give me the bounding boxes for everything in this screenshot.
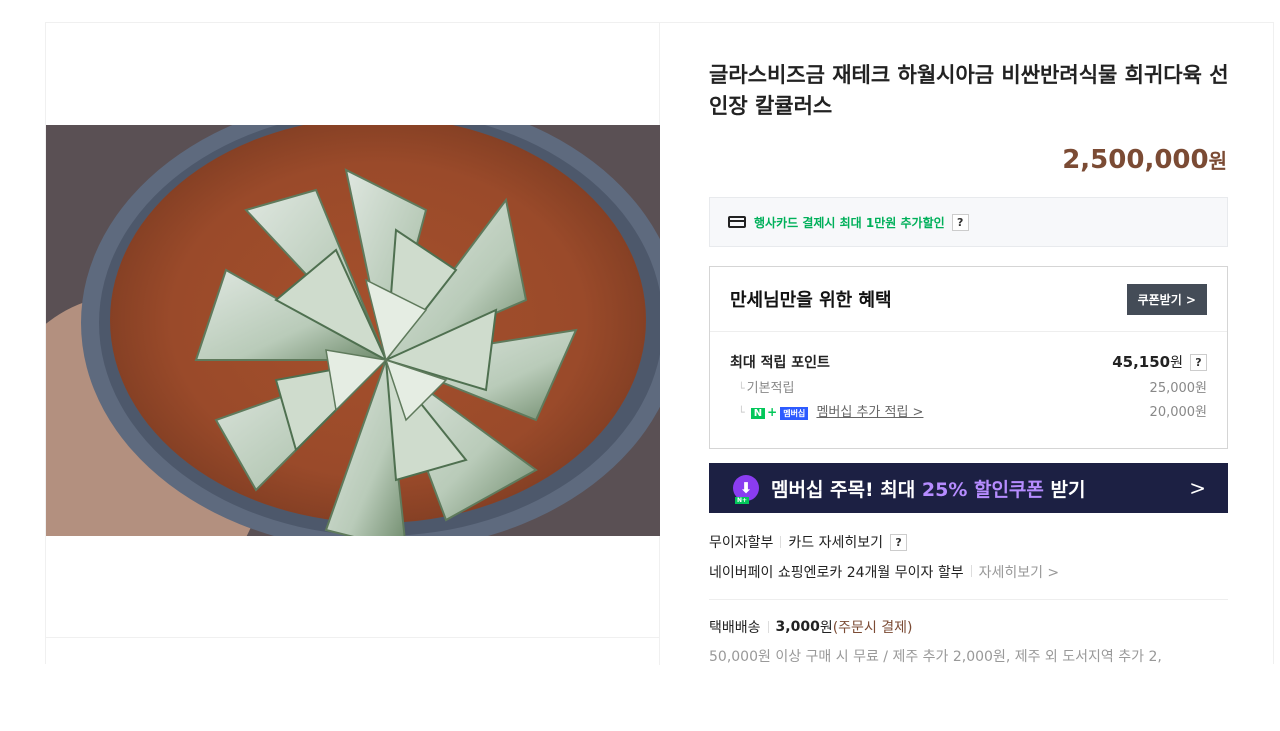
max-points-value: 45,150	[1112, 353, 1171, 371]
max-points: 45,150 원 ?	[1112, 352, 1207, 372]
divider	[46, 637, 660, 638]
help-button[interactable]: ?	[951, 213, 969, 231]
banner-text: 멤버십 주목! 최대 25% 할인쿠폰 받기	[771, 475, 1189, 502]
separator	[767, 621, 769, 633]
membership-points-label-group: N+멤버십 멤버십 추가 적립 >	[738, 401, 923, 420]
membership-points-link[interactable]: 멤버십 추가 적립 >	[816, 405, 923, 420]
card-detail-link[interactable]: 카드 자세히보기	[788, 532, 883, 552]
membership-points-value: 20,000원	[1149, 405, 1207, 420]
separator	[780, 536, 782, 548]
credit-card-icon	[728, 216, 746, 228]
membership-badge: 멤버십	[780, 407, 809, 420]
divider	[709, 599, 1228, 600]
base-points-row: 기본적립 25,000원	[730, 377, 1207, 396]
max-points-label: 최대 적립 포인트	[730, 355, 830, 371]
installment-help-button[interactable]: ?	[890, 533, 908, 551]
shipping-unit: 원	[819, 620, 833, 636]
max-points-unit: 원	[1170, 355, 1183, 371]
price-value: 2,500,000	[1062, 145, 1209, 175]
product-image[interactable]	[46, 125, 660, 536]
benefit-box: 만세님만을 위한 혜택 쿠폰받기 > 최대 적립 포인트 45,150원 ? 기…	[709, 266, 1228, 449]
price-unit: 원	[1208, 149, 1227, 173]
separator	[970, 565, 972, 577]
naver-n-icon: N	[750, 408, 766, 419]
get-coupon-button[interactable]: 쿠폰받기 >	[1126, 283, 1207, 315]
base-points-value: 25,000원	[1149, 381, 1207, 396]
banner-text-before: 멤버십 주목! 최대	[771, 478, 922, 501]
naverpay-text: 네이버페이 쇼핑엔로카 24개월 무이자 할부	[709, 565, 964, 581]
product-title: 글라스비즈금 재테크 하월시아금 비싼반려식물 희귀다육 선인장 칼큘러스	[709, 63, 1229, 118]
shipping-label: 택배배송	[709, 620, 761, 636]
naverpay-row: 네이버페이 쇼핑엔로카 24개월 무이자 할부 자세히보기 >	[709, 562, 1059, 582]
membership-coupon-banner[interactable]: ⬇ N+ 멤버십 주목! 최대 25% 할인쿠폰 받기 >	[709, 463, 1228, 513]
shipping-row: 택배배송 3,000 원 (주문시 결제)	[709, 617, 913, 637]
membership-points-row: N+멤버십 멤버십 추가 적립 > 20,000원	[730, 401, 1207, 420]
installment-label: 무이자할부	[709, 535, 774, 551]
points-help-button[interactable]: ?	[1190, 353, 1207, 371]
benefit-body: 최대 적립 포인트 45,150원 ? 기본적립 25,000원 N+멤버십 멤…	[710, 332, 1227, 420]
banner-text-highlight: 25% 할인쿠폰	[921, 478, 1044, 501]
max-points-row: 최대 적립 포인트 45,150 원 ?	[730, 352, 1207, 372]
naver-plus-mini-icon: N+	[735, 497, 750, 504]
base-points-label: 기본적립	[738, 377, 795, 396]
benefit-header: 만세님만을 위한 혜택 쿠폰받기 >	[710, 267, 1227, 332]
image-pane	[46, 23, 660, 665]
banner-text-after: 받기	[1043, 478, 1086, 501]
shipping-detail: 50,000원 이상 구매 시 무료 / 제주 추가 2,000원, 제주 외 …	[709, 649, 1162, 664]
naverpay-more-link[interactable]: 자세히보기 >	[979, 565, 1060, 581]
plus-icon: +	[767, 405, 778, 419]
shipping-fee: 3,000	[775, 619, 820, 635]
shipping-note: (주문시 결제)	[832, 620, 913, 636]
installment-row: 무이자할부 카드 자세히보기 ?	[709, 532, 908, 552]
succulent-photo	[46, 125, 660, 536]
benefit-title: 만세님만을 위한 혜택	[730, 290, 892, 311]
download-icon: ⬇ N+	[733, 475, 759, 504]
card-promo-text: 행사카드 결제시 최대 1만원 추가할인	[754, 215, 945, 230]
card-promo-box: 행사카드 결제시 최대 1만원 추가할인 ?	[709, 197, 1228, 247]
product-price: 2,500,000원	[1062, 145, 1227, 175]
chevron-right-icon: >	[1189, 476, 1206, 500]
